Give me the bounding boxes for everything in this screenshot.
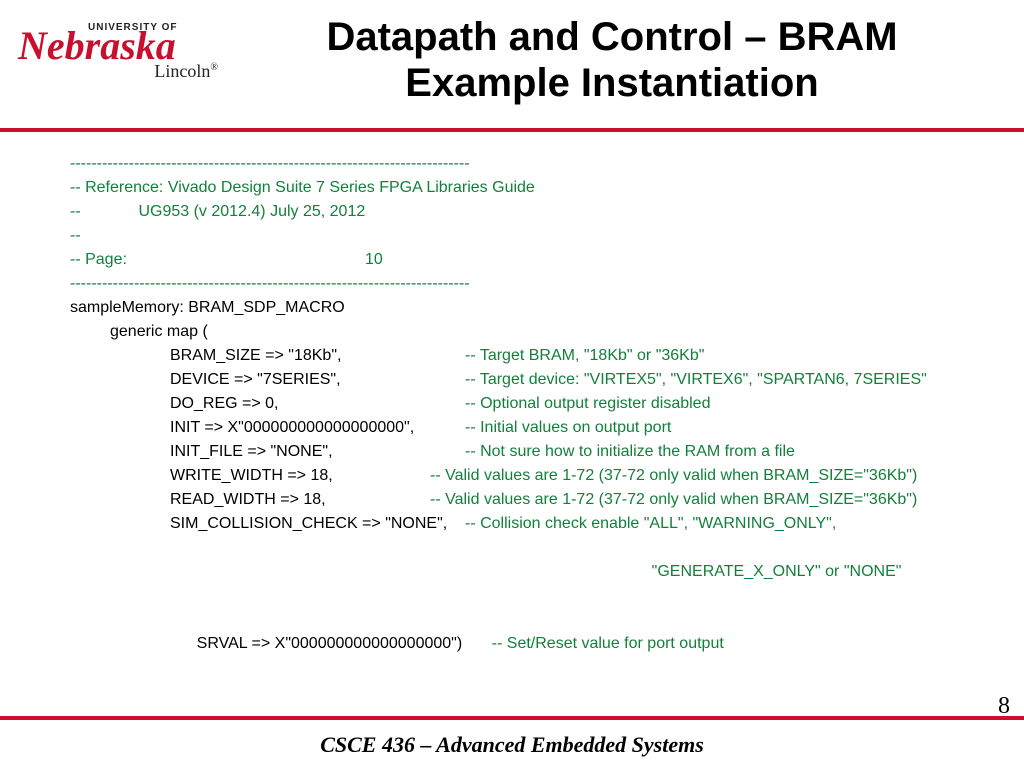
ug-line: -- UG953 (v 2012.4) July 25, 2012 xyxy=(70,200,970,224)
dash-line: ----------------------------------------… xyxy=(70,152,970,176)
param-comment: -- Valid values are 1-72 (37-72 only val… xyxy=(430,467,917,484)
param-code: READ_WIDTH => 18, xyxy=(170,488,430,512)
param-code: SIM_COLLISION_CHECK => "NONE", xyxy=(170,512,465,536)
dash-line-2: ----------------------------------------… xyxy=(70,272,970,296)
top-divider xyxy=(0,128,1024,132)
param-code: INIT => X"000000000000000000", xyxy=(170,416,465,440)
page-number: 8 xyxy=(998,693,1010,720)
param-row: WRITE_WIDTH => 18,-- Valid values are 1-… xyxy=(70,464,970,488)
param-row: DEVICE => "7SERIES",-- Target device: "V… xyxy=(70,368,970,392)
param-code: DO_REG => 0, xyxy=(170,392,465,416)
param-comment: -- Collision check enable "ALL", "WARNIN… xyxy=(465,515,836,532)
param-code: WRITE_WIDTH => 18, xyxy=(170,464,430,488)
param-comment: -- Target device: "VIRTEX5", "VIRTEX6", … xyxy=(465,371,927,388)
page-line: -- Page:10 xyxy=(70,248,970,272)
param-row: DO_REG => 0,-- Optional output register … xyxy=(70,392,970,416)
param-row: BRAM_SIZE => "18Kb",-- Target BRAM, "18K… xyxy=(70,344,970,368)
footer-text: CSCE 436 – Advanced Embedded Systems xyxy=(0,732,1024,758)
srval-line: SRVAL => X"000000000000000000")-- Set/Re… xyxy=(70,608,970,680)
param-comment: -- Valid values are 1-72 (37-72 only val… xyxy=(430,491,917,508)
param-code: INIT_FILE => "NONE", xyxy=(170,440,465,464)
param-code: DEVICE => "7SERIES", xyxy=(170,368,465,392)
slide: UNIVERSITY OF Nebraska Lincoln® Datapath… xyxy=(0,0,1024,768)
param-comment: -- Target BRAM, "18Kb" or "36Kb" xyxy=(465,347,704,364)
code-content: ----------------------------------------… xyxy=(70,152,970,680)
param-comment: -- Optional output register disabled xyxy=(465,395,710,412)
title-line-1: Datapath and Control – BRAM xyxy=(326,15,897,59)
reference-line: -- Reference: Vivado Design Suite 7 Seri… xyxy=(70,176,970,200)
param-row: READ_WIDTH => 18,-- Valid values are 1-7… xyxy=(70,488,970,512)
logo-nebraska: Nebraska xyxy=(18,29,218,63)
param-comment: -- Not sure how to initialize the RAM fr… xyxy=(465,443,795,460)
slide-title: Datapath and Control – BRAM Example Inst… xyxy=(220,14,1004,106)
param-comment: -- Initial values on output port xyxy=(465,419,671,436)
bottom-divider xyxy=(0,716,1024,720)
generic-map-line: generic map ( xyxy=(70,320,970,344)
university-logo: UNIVERSITY OF Nebraska Lincoln® xyxy=(18,22,218,82)
param-row: INIT_FILE => "NONE",-- Not sure how to i… xyxy=(70,440,970,464)
blank-comment: -- xyxy=(70,224,970,248)
param-row: INIT => X"000000000000000000",-- Initial… xyxy=(70,416,970,440)
sample-memory-line: sampleMemory: BRAM_SDP_MACRO xyxy=(70,296,970,320)
param-code: BRAM_SIZE => "18Kb", xyxy=(170,344,465,368)
param-row: SIM_COLLISION_CHECK => "NONE",-- Collisi… xyxy=(70,512,970,536)
title-line-2: Example Instantiation xyxy=(405,61,818,105)
sim-collision-line2: "GENERATE_X_ONLY" or "NONE" xyxy=(70,536,970,608)
